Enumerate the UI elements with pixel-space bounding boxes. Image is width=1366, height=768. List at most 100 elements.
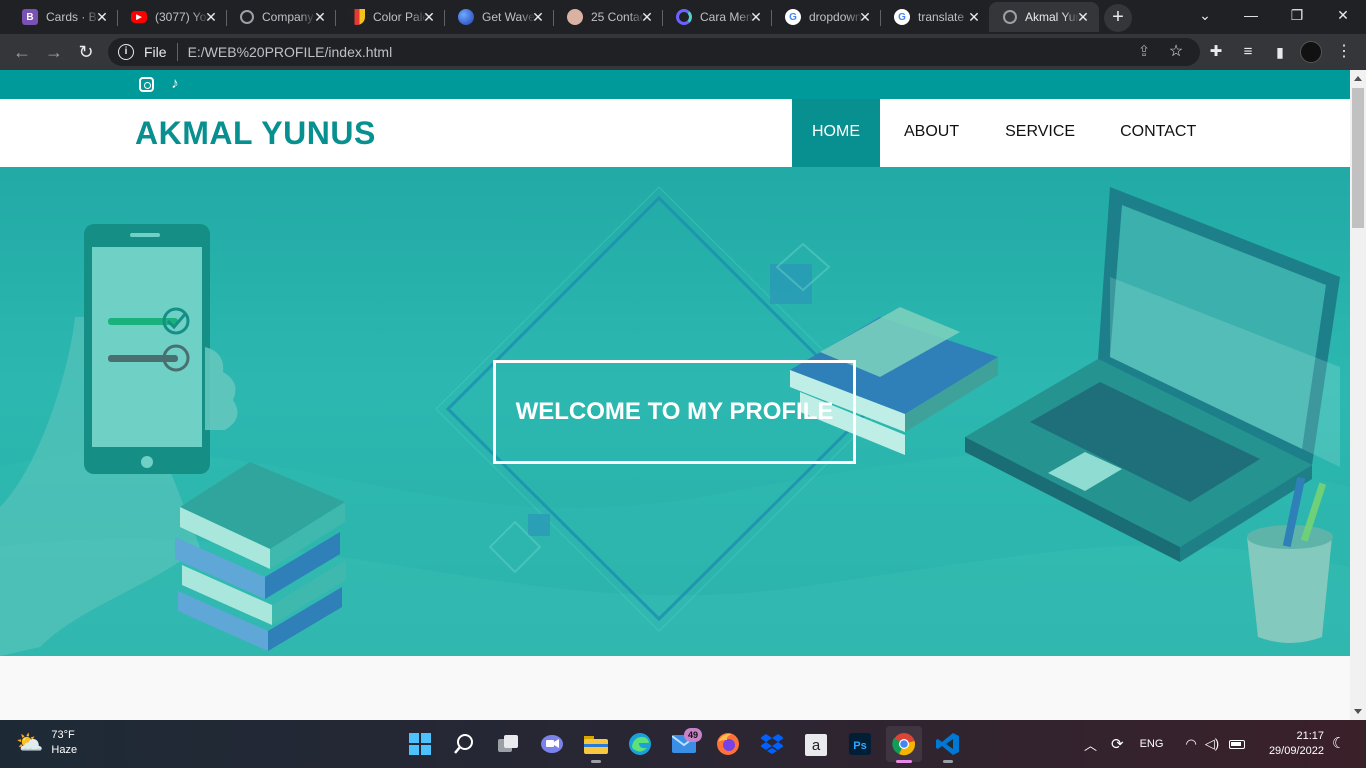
start-button[interactable] xyxy=(402,726,438,762)
photoshop-app[interactable]: Ps xyxy=(842,726,878,762)
taskbar: ⛅ 73°F Haze 49 a Ps ︿ ⟳ ENG ◠ ◁) 21:17 2… xyxy=(0,720,1366,768)
firefox-app[interactable] xyxy=(710,726,746,762)
share-icon[interactable]: ⇪ xyxy=(1132,40,1156,64)
task-view-icon xyxy=(498,735,518,752)
clock[interactable]: 21:17 29/09/2022 xyxy=(1258,729,1324,759)
amazon-app[interactable]: a xyxy=(798,726,834,762)
tab-get-waves[interactable]: Get Waves ✕ xyxy=(444,2,554,32)
scrollbar-thumb[interactable] xyxy=(1352,88,1364,228)
tab-akmal-yunus[interactable]: Akmal Yunus ✕ xyxy=(989,2,1099,32)
star-icon[interactable]: ☆ xyxy=(1164,40,1188,64)
tab-title: 25 Contact Forms xyxy=(591,10,645,24)
tab-title: dropdown xyxy=(809,10,862,24)
scroll-up-arrow[interactable] xyxy=(1354,76,1362,81)
notification-moon-icon[interactable]: ☾ xyxy=(1332,734,1345,752)
url-text[interactable]: E:/WEB%20PROFILE/index.html xyxy=(188,44,393,60)
nav-service[interactable]: SERVICE xyxy=(983,99,1097,167)
close-icon[interactable]: ✕ xyxy=(421,9,437,25)
close-icon[interactable]: ✕ xyxy=(530,9,546,25)
search-icon xyxy=(454,734,473,754)
extensions-icon[interactable]: ✚ xyxy=(1204,40,1228,64)
close-icon[interactable]: ✕ xyxy=(639,9,655,25)
task-view-button[interactable] xyxy=(490,726,526,762)
amazon-icon: a xyxy=(805,734,827,756)
scroll-down-arrow[interactable] xyxy=(1354,709,1362,714)
profile-avatar[interactable] xyxy=(1300,41,1322,63)
menu-kebab-icon[interactable]: ⋮ xyxy=(1332,40,1356,64)
instagram-icon[interactable] xyxy=(139,77,154,92)
system-tray: ︿ ⟳ ENG ◠ ◁) xyxy=(1084,720,1246,768)
forward-arrow-icon[interactable]: → xyxy=(42,40,66,64)
close-icon[interactable]: ✕ xyxy=(857,9,873,25)
tab-color-palette[interactable]: Color Palette ✕ xyxy=(335,2,445,32)
chat-app[interactable] xyxy=(534,726,570,762)
close-icon[interactable]: ✕ xyxy=(312,9,328,25)
tab-google-translate[interactable]: G translate ✕ xyxy=(880,2,990,32)
svg-text:a: a xyxy=(812,737,821,754)
tab-search-icon[interactable]: ⌄ xyxy=(1182,0,1228,32)
svg-text:Ps: Ps xyxy=(853,740,866,752)
main-nav: HOME ABOUT SERVICE CONTACT xyxy=(792,99,1219,167)
chat-icon xyxy=(541,735,563,753)
minimize-button[interactable]: — xyxy=(1228,0,1274,32)
globe-icon xyxy=(1003,10,1017,24)
tab-company-profile[interactable]: Company Profile ✕ xyxy=(226,2,336,32)
tab-bootstrap-cards[interactable]: B Cards · Bootstrap ✕ xyxy=(8,2,118,32)
tab-google-dropdown[interactable]: G dropdown ✕ xyxy=(771,2,881,32)
nav-contact[interactable]: CONTACT xyxy=(1097,99,1219,167)
tab-contact-forms[interactable]: 25 Contact Forms ✕ xyxy=(553,2,663,32)
temperature: 73°F xyxy=(51,729,75,741)
info-icon[interactable]: i xyxy=(118,44,134,60)
close-icon[interactable]: ✕ xyxy=(748,9,764,25)
dropbox-icon xyxy=(761,734,783,754)
restore-button[interactable]: ❐ xyxy=(1274,0,1320,32)
welcome-banner: WELCOME TO MY PROFILE xyxy=(493,360,856,464)
folder-icon xyxy=(584,736,608,754)
site-brand[interactable]: AKMAL YUNUS xyxy=(135,115,376,152)
swirl-icon xyxy=(676,9,692,25)
language-indicator[interactable]: ENG xyxy=(1140,738,1164,750)
search-button[interactable] xyxy=(446,726,482,762)
youtube-icon: ▶ xyxy=(131,11,147,23)
wifi-icon[interactable]: ◠ xyxy=(1185,736,1196,752)
tab-title: Cara Membuat xyxy=(700,10,754,24)
nav-about[interactable]: ABOUT xyxy=(880,99,983,167)
tab-title: (3077) YouTube xyxy=(155,10,209,24)
vscode-icon xyxy=(936,733,959,755)
reload-icon[interactable]: ↻ xyxy=(74,40,98,64)
dropbox-app[interactable] xyxy=(754,726,790,762)
tiktok-icon[interactable]: ♪ xyxy=(167,76,183,92)
weather-condition: Haze xyxy=(51,744,78,756)
edge-app[interactable] xyxy=(622,726,658,762)
nav-home[interactable]: HOME xyxy=(792,99,880,167)
chrome-app[interactable] xyxy=(886,726,922,763)
media-control-icon[interactable]: ≡ xyxy=(1236,40,1260,64)
address-bar[interactable]: i File E:/WEB%20PROFILE/index.html xyxy=(108,38,1200,66)
google-icon: G xyxy=(894,9,910,25)
tab-youtube[interactable]: ▶ (3077) YouTube ✕ xyxy=(117,2,227,32)
contact-icon xyxy=(567,9,583,25)
close-window-button[interactable]: ✕ xyxy=(1320,0,1366,32)
vscode-app[interactable] xyxy=(930,726,966,763)
tab-cara-membuat[interactable]: Cara Membuat ✕ xyxy=(662,2,772,32)
palette-icon xyxy=(349,9,365,25)
vertical-scrollbar[interactable] xyxy=(1350,70,1366,720)
web-page: ♪ AKMAL YUNUS HOME ABOUT SERVICE CONTACT xyxy=(0,70,1350,720)
close-icon[interactable]: ✕ xyxy=(203,9,219,25)
tab-title: Color Palette xyxy=(373,10,427,24)
volume-icon[interactable]: ◁) xyxy=(1205,736,1219,752)
battery-icon[interactable] xyxy=(1229,739,1246,749)
close-icon[interactable]: ✕ xyxy=(94,9,110,25)
side-panel-icon[interactable]: ▮ xyxy=(1268,40,1292,64)
close-icon[interactable]: ✕ xyxy=(1075,9,1091,25)
back-arrow-icon[interactable]: ← xyxy=(10,40,34,64)
file-explorer-app[interactable] xyxy=(578,726,614,763)
sync-icon[interactable]: ⟳ xyxy=(1111,735,1124,753)
close-icon[interactable]: ✕ xyxy=(966,9,982,25)
new-tab-button[interactable]: + xyxy=(1104,4,1132,32)
weather-widget[interactable]: ⛅ 73°F Haze xyxy=(16,728,77,758)
globe-icon xyxy=(240,10,254,24)
mail-app[interactable]: 49 xyxy=(666,726,702,762)
waves-icon xyxy=(458,9,474,25)
chevron-up-icon[interactable]: ︿ xyxy=(1084,735,1097,754)
